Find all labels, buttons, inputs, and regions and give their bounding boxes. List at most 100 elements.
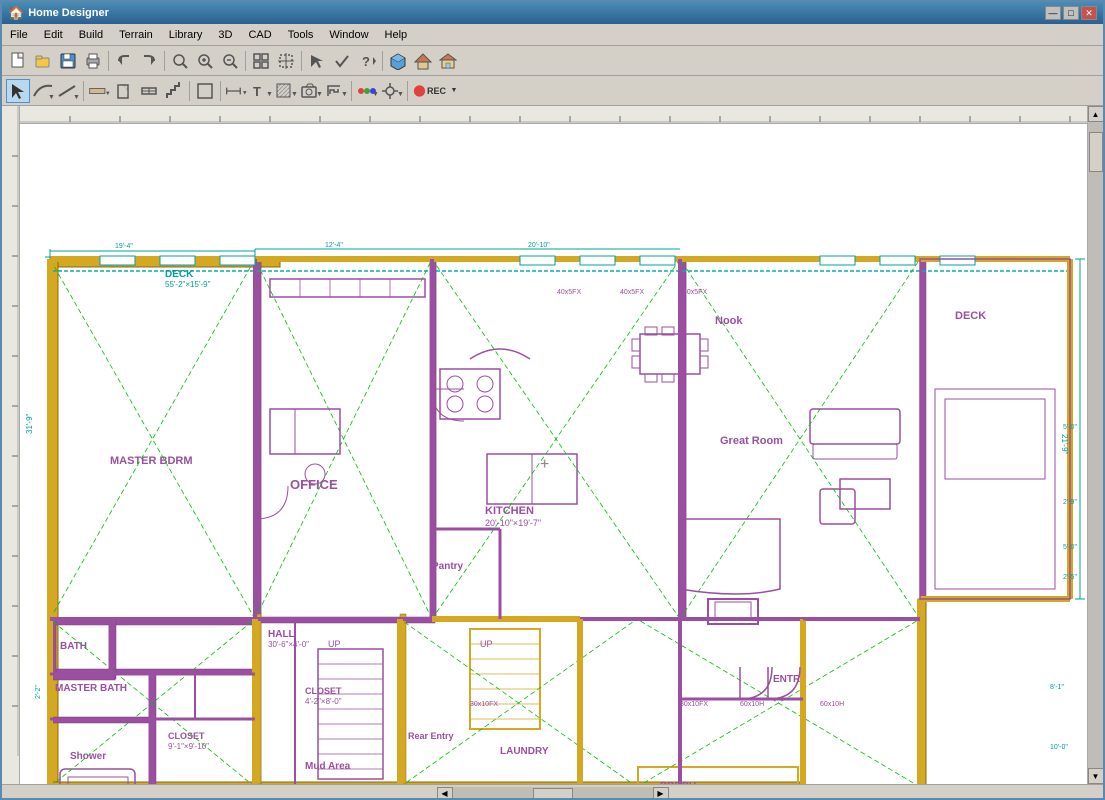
menu-3d[interactable]: 3D xyxy=(210,27,240,43)
svg-text:UP: UP xyxy=(328,639,341,649)
arrow-tool-button[interactable] xyxy=(305,49,329,73)
3d-overview-button[interactable] xyxy=(386,49,410,73)
scroll-up-button[interactable]: ▲ xyxy=(1088,106,1104,122)
svg-text:▼: ▼ xyxy=(372,91,378,98)
fit-page-button[interactable] xyxy=(249,49,273,73)
floor-plan-canvas[interactable]: MASTER BDRM BATH MASTER BATH Shower xyxy=(20,124,1087,784)
undo-button[interactable] xyxy=(112,49,136,73)
menu-help[interactable]: Help xyxy=(377,27,416,43)
svg-text:40x5FX: 40x5FX xyxy=(620,289,644,296)
fill-tool-button[interactable]: ▼ xyxy=(274,79,298,103)
camera-tool-button[interactable]: ▼ xyxy=(299,79,323,103)
help-context-button[interactable]: ? xyxy=(355,49,379,73)
menu-build[interactable]: Build xyxy=(71,27,111,43)
svg-text:CLOSET: CLOSET xyxy=(168,731,205,741)
material-tool-button[interactable]: ▼ xyxy=(355,79,379,103)
close-button[interactable]: ✕ xyxy=(1081,6,1097,20)
sep10 xyxy=(407,81,408,101)
new-button[interactable] xyxy=(6,49,30,73)
svg-text:30'-6"×4'-0": 30'-6"×4'-0" xyxy=(268,640,309,649)
text-tool-button[interactable]: T▼ xyxy=(249,79,273,103)
hscroll-thumb[interactable] xyxy=(533,788,573,800)
statusbar: ◀ ▶ xyxy=(2,784,1103,800)
maximize-button[interactable]: □ xyxy=(1063,6,1079,20)
toolbar1: ? xyxy=(2,46,1103,76)
exterior-view-button[interactable] xyxy=(436,49,460,73)
zoom-out-button[interactable] xyxy=(218,49,242,73)
zoom-realsize-button[interactable] xyxy=(168,49,192,73)
svg-text:Rear Entry: Rear Entry xyxy=(408,731,454,741)
svg-text:Pantry: Pantry xyxy=(432,561,464,572)
wall-tool-dropdown[interactable]: ▼ xyxy=(87,79,111,103)
hscroll-left-button[interactable]: ◀ xyxy=(437,787,453,800)
svg-text:▼: ▼ xyxy=(48,94,54,100)
save-button[interactable] xyxy=(56,49,80,73)
svg-text:▼: ▼ xyxy=(242,90,247,96)
menu-tools[interactable]: Tools xyxy=(280,27,322,43)
svg-text:19'-4": 19'-4" xyxy=(115,243,133,250)
svg-text:+: + xyxy=(540,456,549,473)
menu-edit[interactable]: Edit xyxy=(36,27,71,43)
svg-text:MASTER BATH: MASTER BATH xyxy=(55,683,127,694)
app-icon: 🏠 xyxy=(8,5,24,21)
menu-library[interactable]: Library xyxy=(161,27,211,43)
scroll-thumb[interactable] xyxy=(1089,132,1103,172)
draw-curve-button[interactable]: ▼ xyxy=(31,79,55,103)
roof-view-button[interactable] xyxy=(411,49,435,73)
svg-text:21'-9": 21'-9" xyxy=(1060,434,1069,455)
dimension-tool-button[interactable]: ▼ xyxy=(224,79,248,103)
horizontal-ruler xyxy=(20,106,1087,124)
menu-terrain[interactable]: Terrain xyxy=(111,27,161,43)
elevation-tool-button[interactable]: ▼ xyxy=(324,79,348,103)
draw-line-button[interactable]: ▼ xyxy=(56,79,80,103)
room-tool-button[interactable] xyxy=(193,79,217,103)
svg-text:60x10H: 60x10H xyxy=(740,701,764,708)
fit-selection-button[interactable] xyxy=(274,49,298,73)
svg-text:2'-2": 2'-2" xyxy=(35,685,42,699)
titlebar: 🏠 Home Designer — □ ✕ xyxy=(2,2,1103,24)
svg-text:LAUNDRY: LAUNDRY xyxy=(500,746,549,757)
sep4 xyxy=(301,51,302,71)
stair-tool-button[interactable] xyxy=(162,79,186,103)
scroll-down-button[interactable]: ▼ xyxy=(1088,768,1104,784)
svg-text:DECK: DECK xyxy=(955,310,986,322)
svg-text:8'-1": 8'-1" xyxy=(1050,684,1064,691)
sep5 xyxy=(382,51,383,71)
svg-text:DECK: DECK xyxy=(165,269,194,280)
svg-text:60x10H: 60x10H xyxy=(820,701,844,708)
svg-text:OFFICE: OFFICE xyxy=(290,477,338,492)
svg-text:▼: ▼ xyxy=(73,94,79,100)
menu-cad[interactable]: CAD xyxy=(240,27,279,43)
svg-text:▼: ▼ xyxy=(341,91,347,98)
redo-button[interactable] xyxy=(137,49,161,73)
svg-text:HALL: HALL xyxy=(268,629,295,640)
svg-text:MASTER BDRM: MASTER BDRM xyxy=(110,455,193,467)
select-tool-button[interactable] xyxy=(6,79,30,103)
svg-text:BATH: BATH xyxy=(60,641,87,652)
vertical-scrollbar[interactable]: ▲ ▼ xyxy=(1087,106,1103,784)
sep7 xyxy=(189,81,190,101)
zoom-in-button[interactable] xyxy=(193,49,217,73)
hscroll-right-button[interactable]: ▶ xyxy=(653,787,669,800)
scroll-track[interactable] xyxy=(1088,122,1104,768)
menu-file[interactable]: File xyxy=(2,27,36,43)
check-button[interactable] xyxy=(330,49,354,73)
horizontal-scrollbar[interactable]: ◀ ▶ xyxy=(6,787,1099,800)
open-button[interactable] xyxy=(31,49,55,73)
svg-text:Shower: Shower xyxy=(70,751,106,762)
window-tool-button[interactable] xyxy=(137,79,161,103)
svg-text:30x10FX: 30x10FX xyxy=(680,701,708,708)
hscroll-track[interactable] xyxy=(453,787,653,800)
record-dropdown[interactable]: ▼ xyxy=(448,79,460,103)
svg-text:20'-10": 20'-10" xyxy=(528,242,550,249)
sep3 xyxy=(245,51,246,71)
sep6 xyxy=(83,81,84,101)
print-button[interactable] xyxy=(81,49,105,73)
record-button[interactable]: REC xyxy=(411,79,447,103)
svg-text:31'-9": 31'-9" xyxy=(25,413,34,434)
move-tool-button[interactable]: ▼ xyxy=(380,79,404,103)
door-tool-button[interactable] xyxy=(112,79,136,103)
minimize-button[interactable]: — xyxy=(1045,6,1061,20)
svg-text:UP: UP xyxy=(480,639,493,649)
menu-window[interactable]: Window xyxy=(321,27,376,43)
